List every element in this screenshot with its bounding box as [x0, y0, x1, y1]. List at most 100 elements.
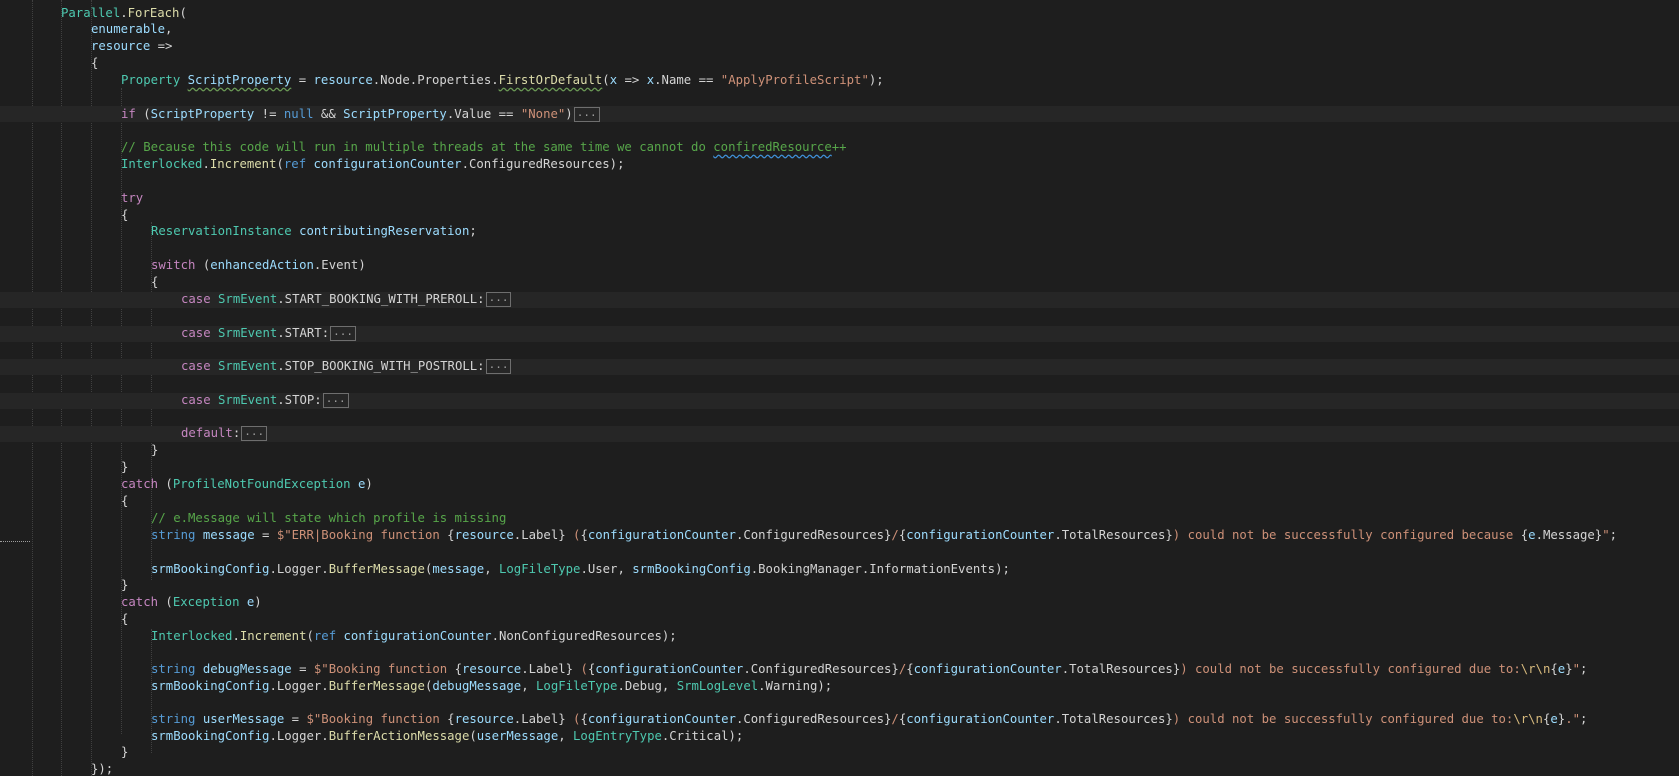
code-token: case: [181, 292, 211, 306]
code-line[interactable]: {: [151, 274, 158, 291]
code-token: // e.Message will state which profile is…: [151, 511, 507, 525]
code-token-squiggle: confiredResource: [713, 140, 832, 154]
code-token: Interlocked: [151, 629, 233, 643]
code-line[interactable]: case SrmEvent.START_BOOKING_WITH_PREROLL…: [181, 291, 512, 308]
code-line[interactable]: try: [121, 190, 143, 207]
code-line[interactable]: srmBookingConfig.Logger.BufferActionMess…: [151, 728, 743, 745]
code-line[interactable]: {: [121, 611, 128, 628]
code-token: ;: [1580, 662, 1588, 676]
code-line[interactable]: // Because this code will run in multipl…: [121, 139, 847, 156]
code-token: userMessage: [202, 712, 285, 726]
code-line[interactable]: Property ScriptProperty = resource. Node.…: [121, 72, 884, 89]
code-line[interactable]: string userMessage = $"Booking function …: [151, 711, 1587, 728]
code-line[interactable]: catch (Exception e): [121, 594, 262, 611]
code-line[interactable]: Interlocked.Increment(ref configurationC…: [121, 156, 624, 173]
code-token: (: [565, 712, 581, 726]
code-line[interactable]: Parallel.ForEach(: [61, 5, 187, 22]
code-token: Properties: [417, 73, 492, 87]
code-token: // Because this code will run in multipl…: [121, 140, 714, 154]
code-line[interactable]: });: [91, 761, 113, 776]
code-token: {: [91, 56, 99, 70]
code-token: TotalResources: [1061, 712, 1166, 726]
code-token: Label: [521, 528, 559, 542]
code-line[interactable]: srmBookingConfig.Logger.BufferMessage(de…: [151, 678, 832, 695]
code-line[interactable]: {: [91, 55, 98, 72]
code-token: {: [1550, 662, 1558, 676]
code-token: .: [269, 562, 277, 576]
code-token: .: [202, 157, 210, 171]
code-token: Parallel: [61, 6, 121, 20]
code-line[interactable]: srmBookingConfig.Logger.BufferMessage(me…: [151, 561, 1010, 578]
code-line[interactable]: // e.Message will state which profile is…: [151, 510, 506, 527]
code-line[interactable]: }: [121, 744, 128, 761]
code-line[interactable]: switch (enhancedAction.Event): [151, 257, 366, 274]
code-token: .: [758, 679, 766, 693]
code-token: .: [521, 662, 529, 676]
code-token: {: [447, 528, 455, 542]
code-line[interactable]: Interlocked.Increment(ref configurationC…: [151, 628, 677, 645]
code-line[interactable]: string debugMessage = $"Booking function…: [151, 661, 1587, 678]
code-token: SrmEvent: [218, 292, 278, 306]
code-line[interactable]: {: [121, 493, 128, 510]
code-token: );: [868, 73, 884, 87]
code-token: contributingReservation: [299, 224, 470, 238]
code-token: x: [609, 73, 618, 87]
code-token: (: [573, 662, 588, 676]
code-token: !=: [254, 107, 284, 121]
code-token: $"Booking function: [313, 662, 455, 676]
collapsed-region-button[interactable]: ...: [241, 426, 268, 441]
code-line[interactable]: case SrmEvent.START:...: [181, 325, 356, 342]
code-token: ForEach: [127, 6, 180, 20]
code-token: .: [321, 729, 329, 743]
collapsed-region-button[interactable]: ...: [330, 326, 356, 341]
code-line[interactable]: {: [121, 207, 128, 224]
code-token: resource: [454, 712, 514, 726]
code-token: );: [661, 629, 677, 643]
code-line[interactable]: case SrmEvent.STOP_BOOKING_WITH_POSTROLL…: [181, 358, 512, 375]
code-token: $"ERR|Booking function: [276, 528, 448, 542]
code-token: debugMessage: [432, 679, 522, 693]
code-line[interactable]: ReservationInstance contributingReservat…: [151, 223, 477, 240]
code-token: ConfiguredResources: [743, 712, 885, 726]
code-token: Logger: [276, 679, 322, 693]
collapsed-region-button[interactable]: ...: [573, 107, 600, 122]
code-editor[interactable]: Parallel.ForEach(enumerable, resource =>{…: [0, 0, 1679, 776]
code-token: }: [891, 662, 899, 676]
collapsed-region-button[interactable]: ...: [485, 359, 512, 374]
code-token: }: [565, 662, 574, 676]
code-token: string: [151, 662, 196, 676]
code-token: (: [179, 6, 187, 20]
collapsed-region-button[interactable]: ...: [485, 292, 512, 307]
code-line[interactable]: resource =>: [91, 38, 172, 55]
code-token: .: [232, 629, 240, 643]
code-line[interactable]: enumerable,: [91, 21, 172, 38]
code-token: ref: [283, 157, 307, 171]
code-token: }: [121, 460, 129, 474]
code-token: null: [283, 107, 314, 121]
code-line[interactable]: catch (ProfileNotFoundException e): [121, 476, 373, 493]
code-token: ) could not be successfully configured d…: [1172, 712, 1514, 726]
code-token: LogEntryType: [573, 729, 662, 743]
code-token: }: [1165, 712, 1173, 726]
code-line[interactable]: default:...: [181, 425, 268, 442]
collapsed-region-button[interactable]: ...: [322, 393, 349, 408]
code-line[interactable]: case SrmEvent.STOP:...: [181, 392, 349, 409]
code-token: message: [432, 562, 485, 576]
code-token: ConfiguredResources: [743, 528, 885, 542]
code-token: Logger: [276, 562, 322, 576]
code-token: Warning: [765, 679, 818, 693]
code-token: .: [277, 292, 285, 306]
code-line[interactable]: }: [121, 459, 128, 476]
code-token: ConfiguredResources: [469, 157, 610, 171]
code-token: SrmEvent: [218, 359, 278, 373]
code-token: ==: [691, 73, 721, 87]
code-line[interactable]: }: [151, 442, 158, 459]
code-token: {: [906, 662, 914, 676]
code-line[interactable]: if (ScriptProperty != null && ScriptProp…: [121, 106, 600, 123]
code-line[interactable]: string message = $"ERR|Booking function …: [151, 527, 1617, 544]
code-line[interactable]: }: [121, 577, 128, 594]
code-token: Label: [521, 712, 559, 726]
